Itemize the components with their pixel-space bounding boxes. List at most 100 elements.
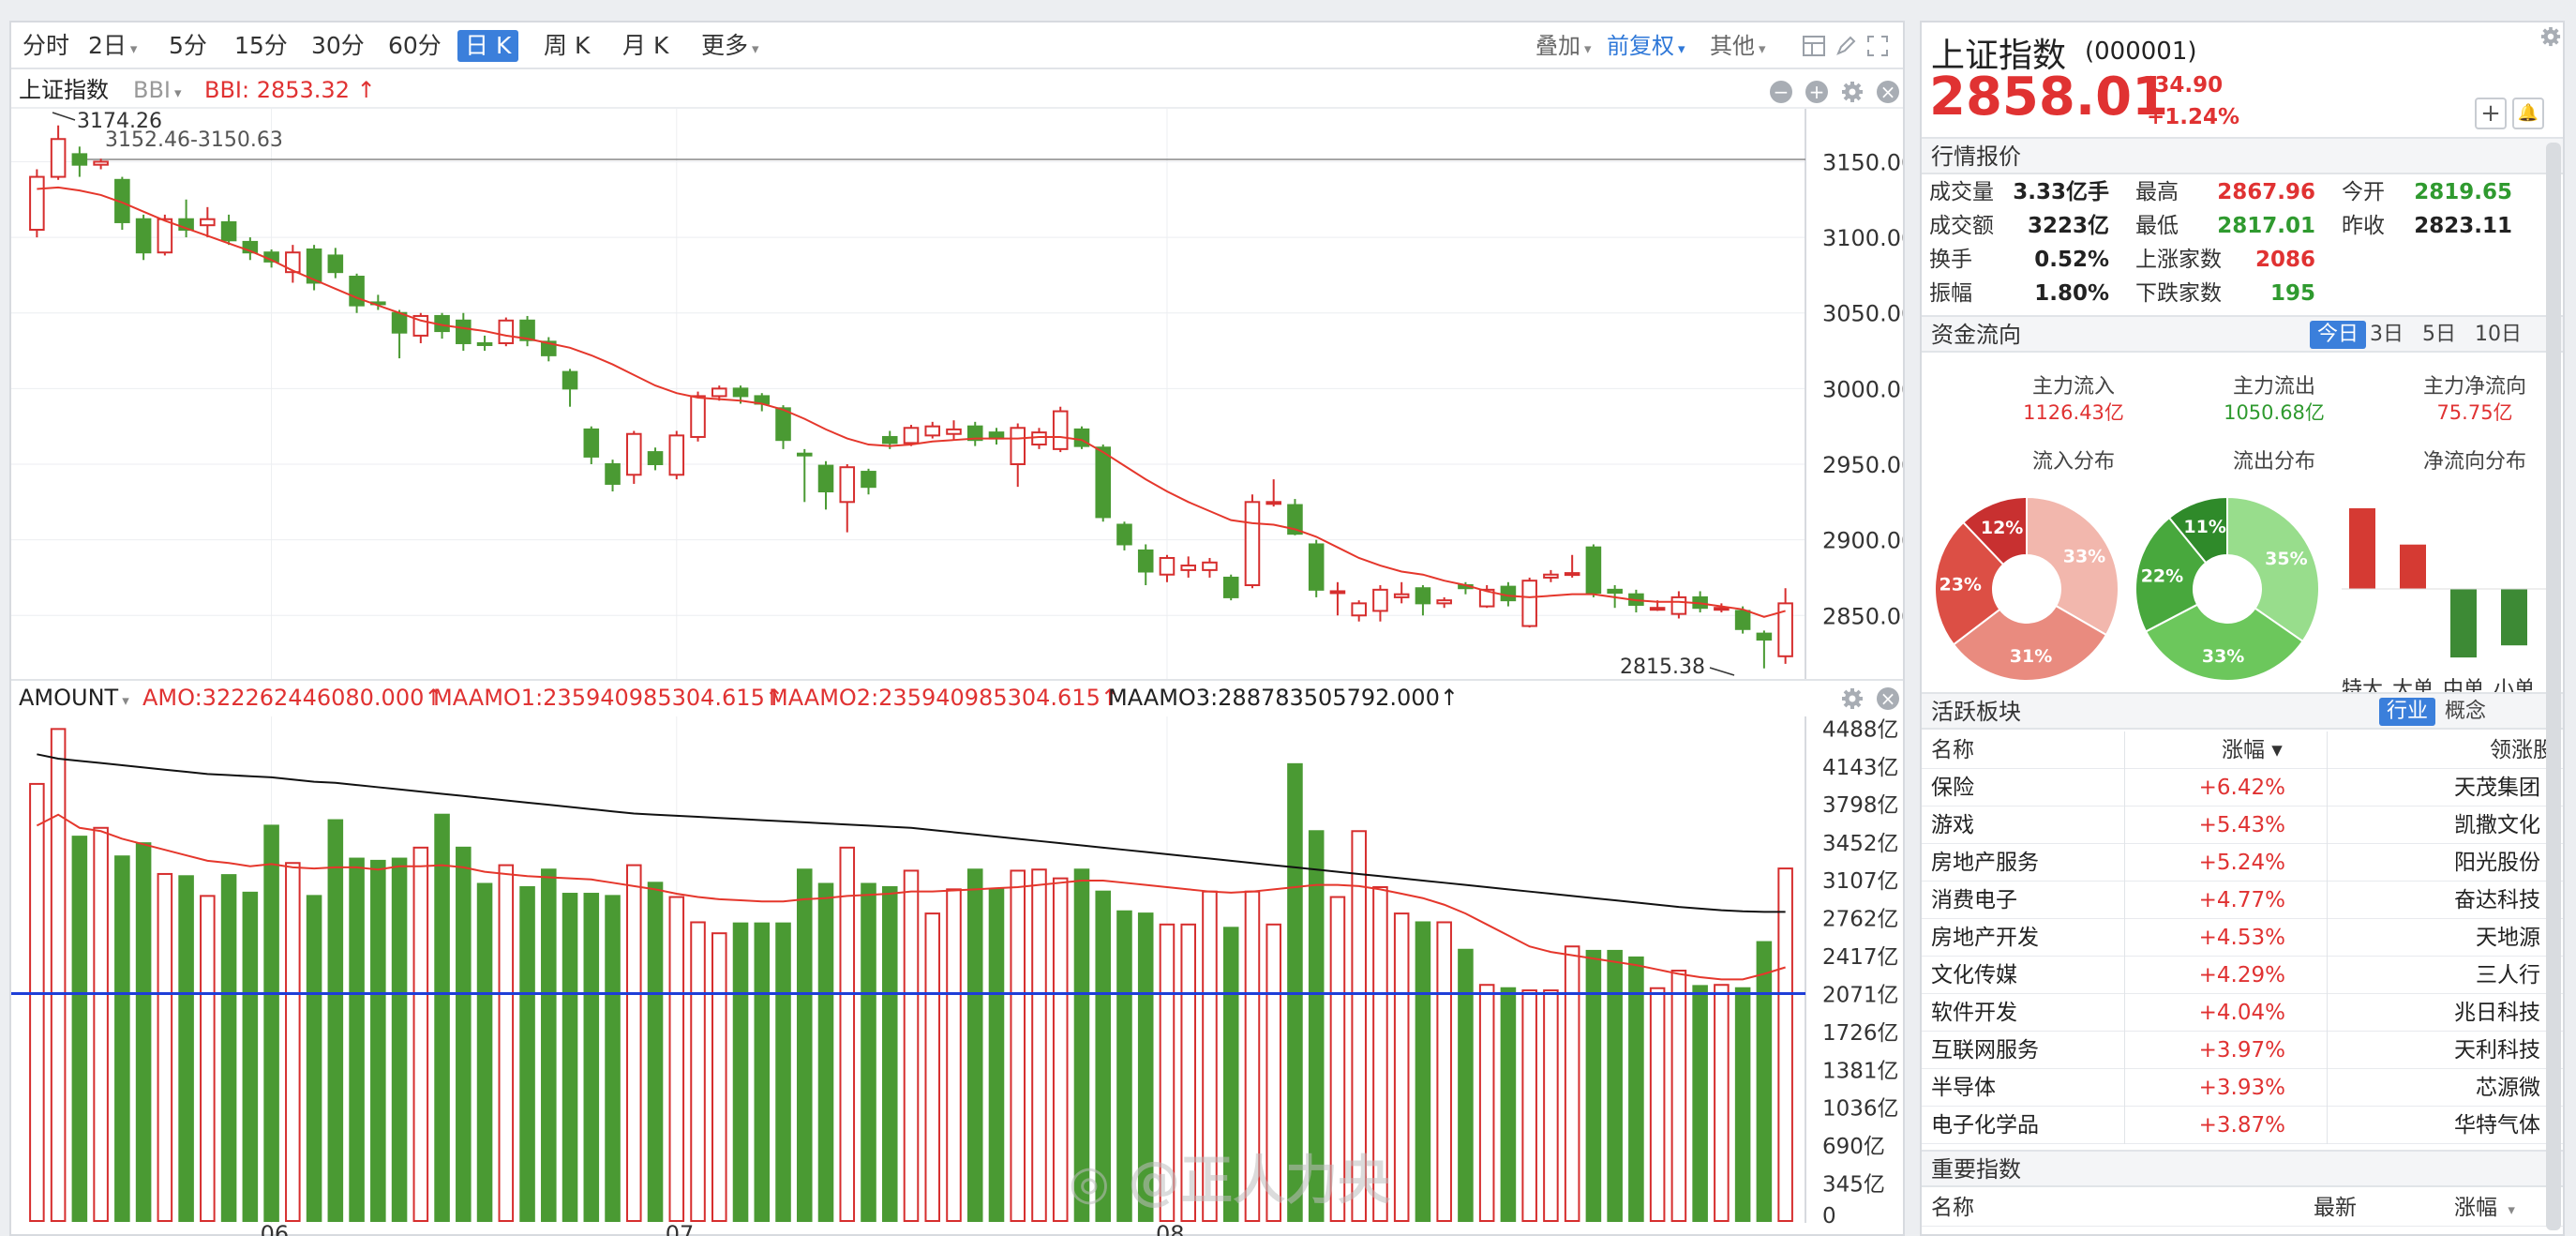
sector-row[interactable]: 房地产开发 +4.53% 天地源 bbox=[1922, 919, 2563, 957]
fullscreen-icon[interactable] bbox=[1865, 34, 1890, 58]
sector-row[interactable]: 消费电子 +4.77% 奋达科技 bbox=[1922, 882, 2563, 919]
outflow-pie-slice-label: 11% bbox=[2183, 517, 2225, 537]
add-watchlist-button[interactable]: + bbox=[2475, 98, 2507, 129]
quote-code: (000001) bbox=[2085, 38, 2197, 66]
period-tab-5[interactable]: 60分 bbox=[381, 30, 449, 62]
sector-leader: 芯源微 bbox=[2476, 1076, 2540, 1100]
volume-settings-icon[interactable] bbox=[1841, 687, 1864, 710]
sector-tab-0[interactable]: 行业 bbox=[2379, 698, 2436, 726]
maamo3-value: MAAMO3:288783505792.000↑ bbox=[1108, 685, 1459, 711]
amount-bar-up bbox=[690, 921, 706, 1222]
range-annotation: 3152.46-3150.63 bbox=[105, 128, 283, 152]
sector-row[interactable]: 房地产服务 +5.24% 阳光股份 bbox=[1922, 844, 2563, 882]
amount-bar-down bbox=[966, 868, 983, 1222]
period-tab-3[interactable]: 15分 bbox=[227, 30, 295, 62]
amount-bar-down bbox=[114, 855, 130, 1222]
up-candle bbox=[1670, 595, 1687, 615]
quote-panel: 上证指数 (000001) 2858.01 🠑34.90 +1.24% + 🔔 … bbox=[1920, 21, 2565, 1236]
flow-tab-1[interactable]: 3日 bbox=[2362, 321, 2411, 349]
up-candle bbox=[1329, 590, 1346, 595]
draw-pen-icon[interactable] bbox=[1834, 34, 1858, 58]
price-tick-label: 2950.00 bbox=[1822, 452, 1903, 478]
minimize-icon[interactable]: − bbox=[1770, 81, 1792, 103]
sector-name: 房地产服务 bbox=[1931, 851, 2039, 875]
amount-bar-down bbox=[754, 922, 771, 1222]
sector-row[interactable]: 半导体 +3.93% 芯源微 bbox=[1922, 1069, 2563, 1107]
period-tab-4[interactable]: 30分 bbox=[304, 30, 372, 62]
flow-tab-2[interactable]: 5日 bbox=[2415, 321, 2464, 349]
sector-leader: 阳光股份 bbox=[2454, 851, 2540, 875]
amount-bar-down bbox=[605, 895, 621, 1223]
indicator-selector[interactable]: BBI ▾ bbox=[133, 75, 182, 108]
volume-close-icon[interactable]: × bbox=[1877, 687, 1899, 710]
fund-flow-charts: 33%31%23%12%35%33%22%11%特大 大单 中单 小单 bbox=[1934, 495, 2552, 701]
period-tab-label: 分时 bbox=[22, 32, 70, 59]
period-tab-0[interactable]: 分时 bbox=[15, 30, 77, 62]
period-tab-label: 30分 bbox=[311, 32, 365, 59]
down-candle bbox=[861, 471, 876, 489]
period-tab-2[interactable]: 5分 bbox=[161, 30, 215, 62]
active-sectors-title: 活跃板块 bbox=[1931, 699, 2021, 725]
up-candle bbox=[1266, 501, 1281, 505]
indices-header: 重要指数 bbox=[1922, 1150, 2563, 1187]
amount-chart[interactable]: 4488亿 4143亿 3798亿 3452亿 3107亿 2762亿 2417亿 2071亿… bbox=[11, 716, 1903, 1236]
overlay-menu[interactable]: 叠加 ▾ bbox=[1535, 30, 1592, 62]
sector-row[interactable]: 保险 +6.42% 天茂集团 bbox=[1922, 769, 2563, 806]
up-candle bbox=[1180, 565, 1196, 571]
sector-change: +6.42% bbox=[2198, 776, 2285, 800]
other-menu[interactable]: 其他 ▾ bbox=[1710, 30, 1766, 62]
date-axis-label: 07 bbox=[666, 1221, 695, 1236]
market-value: 3.33亿手 bbox=[2013, 180, 2109, 204]
sector-leader: 兆日科技 bbox=[2454, 1001, 2540, 1025]
alert-bell-icon[interactable]: 🔔 bbox=[2512, 98, 2544, 129]
down-candle bbox=[1116, 523, 1132, 546]
period-tab-6[interactable]: 日 K bbox=[457, 30, 519, 62]
panel-settings-icon[interactable] bbox=[2540, 26, 2561, 47]
indices-col-latest[interactable]: 最新 bbox=[2314, 1189, 2357, 1227]
sector-row[interactable]: 文化传媒 +4.29% 三人行 bbox=[1922, 957, 2563, 994]
layout-grid-icon[interactable] bbox=[1802, 34, 1826, 58]
up-candle bbox=[200, 218, 216, 227]
inflow-pie-slice-label: 12% bbox=[1981, 518, 2023, 538]
indices-col-change[interactable]: 涨幅 ▾ bbox=[2454, 1189, 2515, 1228]
add-indicator-icon[interactable]: + bbox=[1805, 81, 1828, 103]
flow-tab-3[interactable]: 10日 bbox=[2467, 321, 2529, 349]
sector-row[interactable]: 电子化学品 +3.87% 华特气体 bbox=[1922, 1107, 2563, 1144]
amount-bar-down bbox=[242, 891, 259, 1223]
net-dist-title: 净流向分布 bbox=[2422, 450, 2526, 474]
outflow-pie-slice-label: 22% bbox=[2141, 566, 2183, 587]
period-tab-7[interactable]: 周 K bbox=[536, 30, 597, 62]
sector-tab-1[interactable]: 概念 bbox=[2437, 698, 2494, 726]
sector-change: +5.43% bbox=[2198, 813, 2285, 837]
adjust-label: 前复权 bbox=[1607, 33, 1674, 59]
indices-col-name[interactable]: 名称 bbox=[1931, 1189, 1974, 1227]
amount-bar-down bbox=[1458, 948, 1474, 1222]
market-quote-title: 行情报价 bbox=[1931, 143, 2021, 170]
down-candle bbox=[71, 153, 88, 166]
sector-leader: 凯撒文化 bbox=[2454, 813, 2540, 837]
close-icon[interactable]: × bbox=[1877, 81, 1899, 103]
sector-col-change[interactable]: 涨幅 ▾ bbox=[2222, 731, 2283, 769]
down-candle bbox=[775, 407, 791, 442]
sector-leader: 奋达科技 bbox=[2454, 888, 2540, 912]
sector-row[interactable]: 互联网服务 +3.97% 天利科技 bbox=[1922, 1032, 2563, 1069]
adjust-menu[interactable]: 前复权 ▾ bbox=[1607, 30, 1685, 62]
period-tab-9[interactable]: 更多 ▾ bbox=[694, 30, 767, 62]
period-tab-8[interactable]: 月 K bbox=[615, 30, 676, 62]
period-tab-1[interactable]: 2日 ▾ bbox=[81, 30, 144, 62]
amount-bar-down bbox=[1756, 941, 1773, 1222]
kline-chart[interactable]: 3150.00 3100.00 3050.00 3000.00 2950.00 2900.… bbox=[11, 109, 1903, 679]
date-axis-label: 06 bbox=[261, 1221, 290, 1236]
amount-bar-up bbox=[668, 896, 685, 1223]
panel-scrollbar[interactable] bbox=[2546, 143, 2561, 1230]
sector-col-leader[interactable]: 领涨股 bbox=[2490, 731, 2554, 769]
sector-col-name[interactable]: 名称 bbox=[1931, 731, 1974, 769]
sector-row[interactable]: 软件开发 +4.04% 兆日科技 bbox=[1922, 994, 2563, 1032]
up-candle bbox=[946, 428, 962, 435]
sector-row[interactable]: 游戏 +5.43% 凯撒文化 bbox=[1922, 806, 2563, 844]
volume-title[interactable]: AMOUNT ▾ bbox=[19, 683, 129, 716]
settings-gear-icon[interactable] bbox=[1841, 81, 1864, 103]
flow-tab-0[interactable]: 今日 bbox=[2310, 321, 2367, 349]
main-inflow-label: 主力流入 bbox=[2031, 375, 2115, 399]
sector-table-header: 名称 涨幅 ▾ 领涨股 bbox=[1922, 731, 2563, 769]
